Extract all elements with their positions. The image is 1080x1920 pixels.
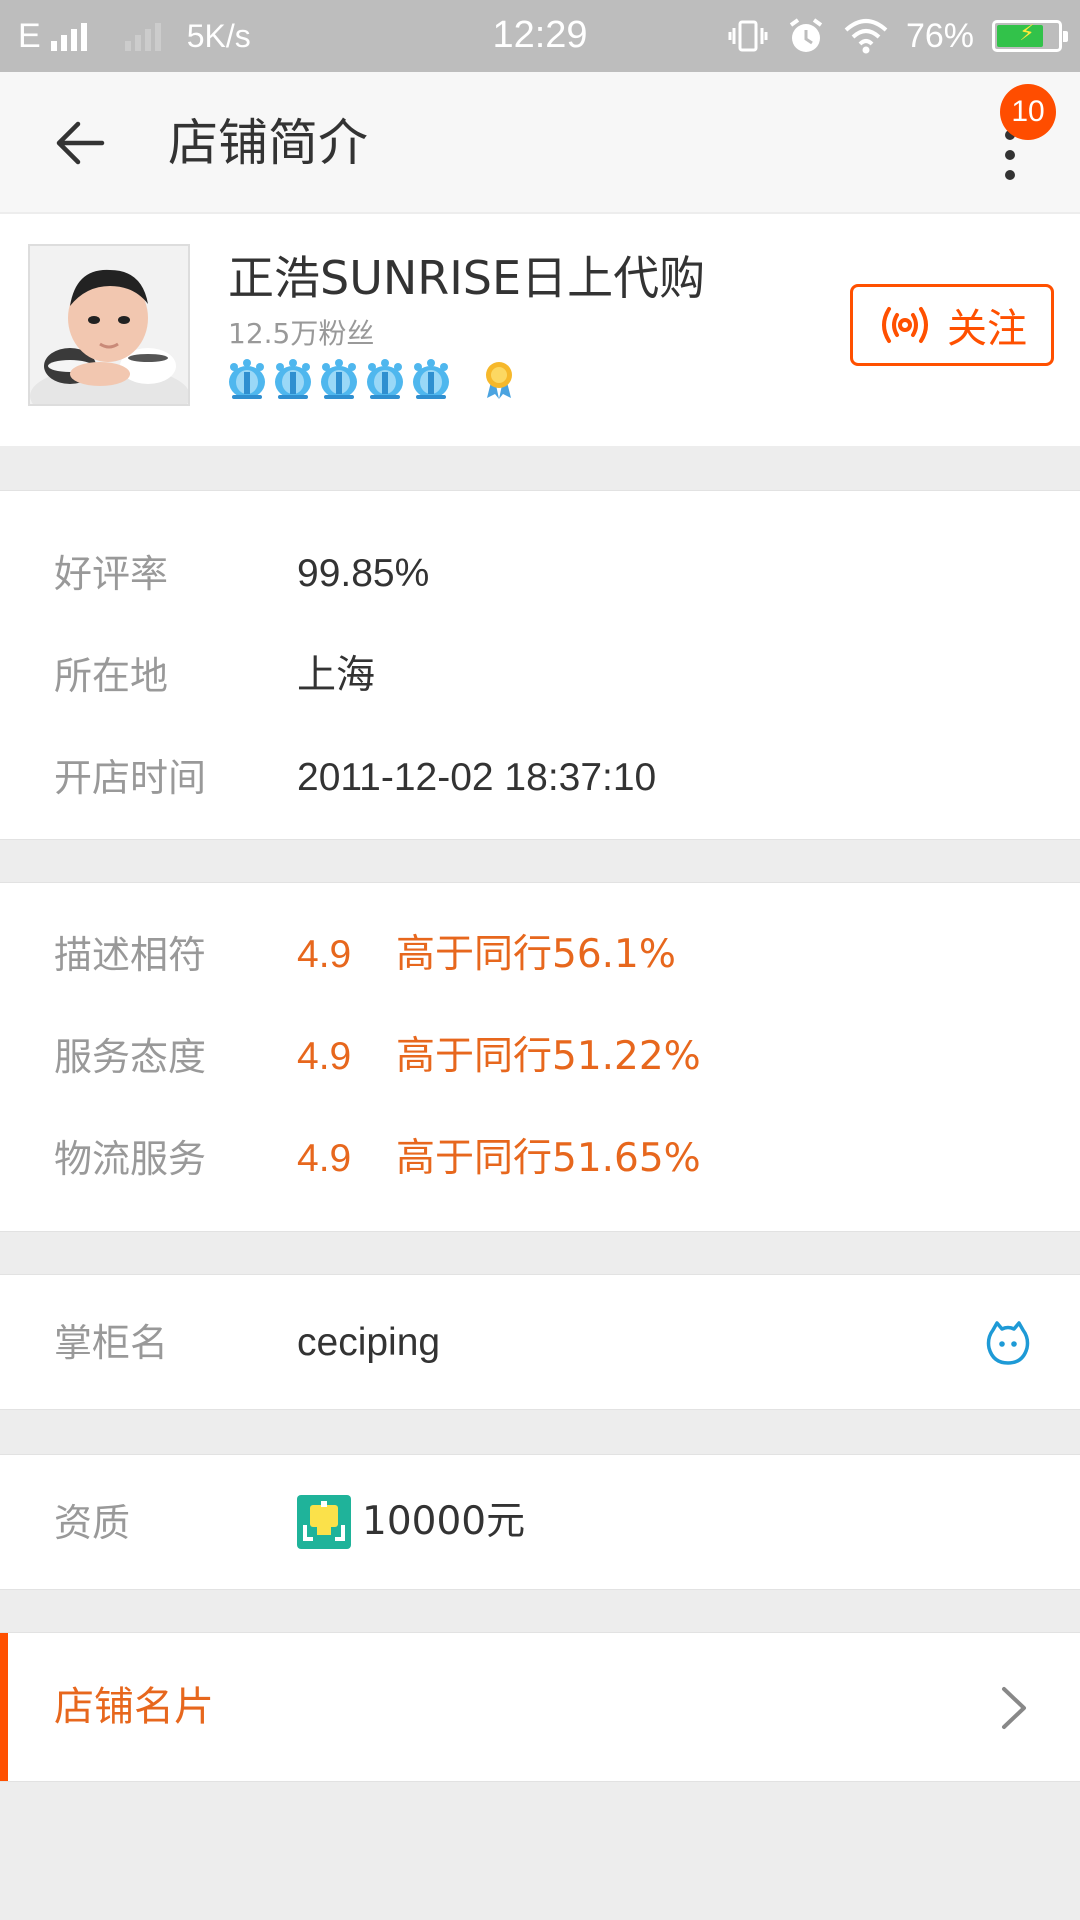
alarm-icon [789,18,823,52]
shop-card-label: 店铺名片 [54,1684,214,1730]
status-right: 76% ⚡ [728,12,1068,60]
info-label: 好评率 [54,552,169,596]
basic-info-section: 好评率 99.85% 所在地 上海 开店时间 2011-12-02 18:37:… [0,490,1080,840]
owner-label: 掌柜名 [54,1321,169,1365]
follow-button[interactable]: 关注 [850,284,1054,366]
rating-label: 描述相符 [54,933,207,977]
info-row-open-time: 开店时间 2011-12-02 18:37:10 [0,748,1080,808]
owner-name: ceciping [297,1321,441,1364]
crown-icon [229,359,265,399]
gold-medal-icon [486,362,512,399]
accent-bar [0,1633,8,1781]
crown-icon [275,359,311,399]
rating-score: 4.9 [297,1137,352,1180]
crown-icon [367,359,403,399]
notification-badge: 10 [1000,84,1056,140]
app-header: 店铺简介 [0,72,1080,212]
shop-avatar[interactable] [28,244,190,406]
rating-compare: 高于同行51.65% [396,1136,701,1181]
broadcast-icon [882,307,928,343]
rating-compare: 高于同行56.1% [396,932,676,977]
rating-compare: 高于同行51.22% [396,1034,701,1079]
rating-label: 服务态度 [54,1035,207,1079]
rating-score: 4.9 [297,933,352,976]
back-arrow-icon[interactable] [48,110,114,176]
wifi-icon [844,19,888,54]
rating-row-logistics: 物流服务 4.9 高于同行51.65% [0,1129,1080,1189]
info-row-location: 所在地 上海 [0,646,1080,706]
rating-row-description: 描述相符 4.9 高于同行56.1% [0,925,1080,985]
shop-card-link[interactable]: 店铺名片 [0,1632,1080,1782]
chevron-right-icon [1002,1687,1026,1729]
info-label: 所在地 [54,654,169,698]
crown-rating [226,358,452,400]
rating-label: 物流服务 [54,1137,207,1181]
page-title: 店铺简介 [168,114,368,172]
crown-icon [321,359,357,399]
follow-label: 关注 [947,306,1027,352]
info-value: 99.85% [297,552,430,595]
charging-icon: ⚡ [1019,21,1035,46]
crown-icon [413,359,449,399]
battery-percent: 76% [905,16,974,55]
baby-photo-image [30,246,188,404]
vibrate-icon [728,20,768,52]
qualification-row: 资质 [0,1493,1080,1553]
owner-row: 掌柜名 ceciping [0,1313,1080,1373]
qualification-section: 资质 [0,1454,1080,1590]
info-value: 上海 [297,653,376,698]
status-bar: E 5K/s 12:29 76% ⚡ [0,0,1080,72]
rating-score: 4.9 [297,1035,352,1078]
qualification-label: 资质 [54,1501,131,1545]
deposit-shield-icon [297,1495,351,1549]
battery-icon: ⚡ [992,20,1068,52]
shop-name: 正浩SUNRISE日上代购 [228,251,706,305]
owner-section: 掌柜名 ceciping [0,1274,1080,1410]
info-label: 开店时间 [54,756,207,800]
ratings-section: 描述相符 4.9 高于同行56.1% 服务态度 4.9 高于同行51.22% 物… [0,882,1080,1232]
rating-row-service: 服务态度 4.9 高于同行51.22% [0,1027,1080,1087]
fans-count: 12.5万粉丝 [228,317,375,350]
info-row-rating: 好评率 99.85% [0,544,1080,604]
info-value: 2011-12-02 18:37:10 [297,756,657,799]
shop-card: 正浩SUNRISE日上代购 12.5万粉丝 关注 [0,214,1080,446]
qualification-value: 10000元 [362,1499,526,1544]
chat-wangwang-icon[interactable] [985,1320,1031,1366]
